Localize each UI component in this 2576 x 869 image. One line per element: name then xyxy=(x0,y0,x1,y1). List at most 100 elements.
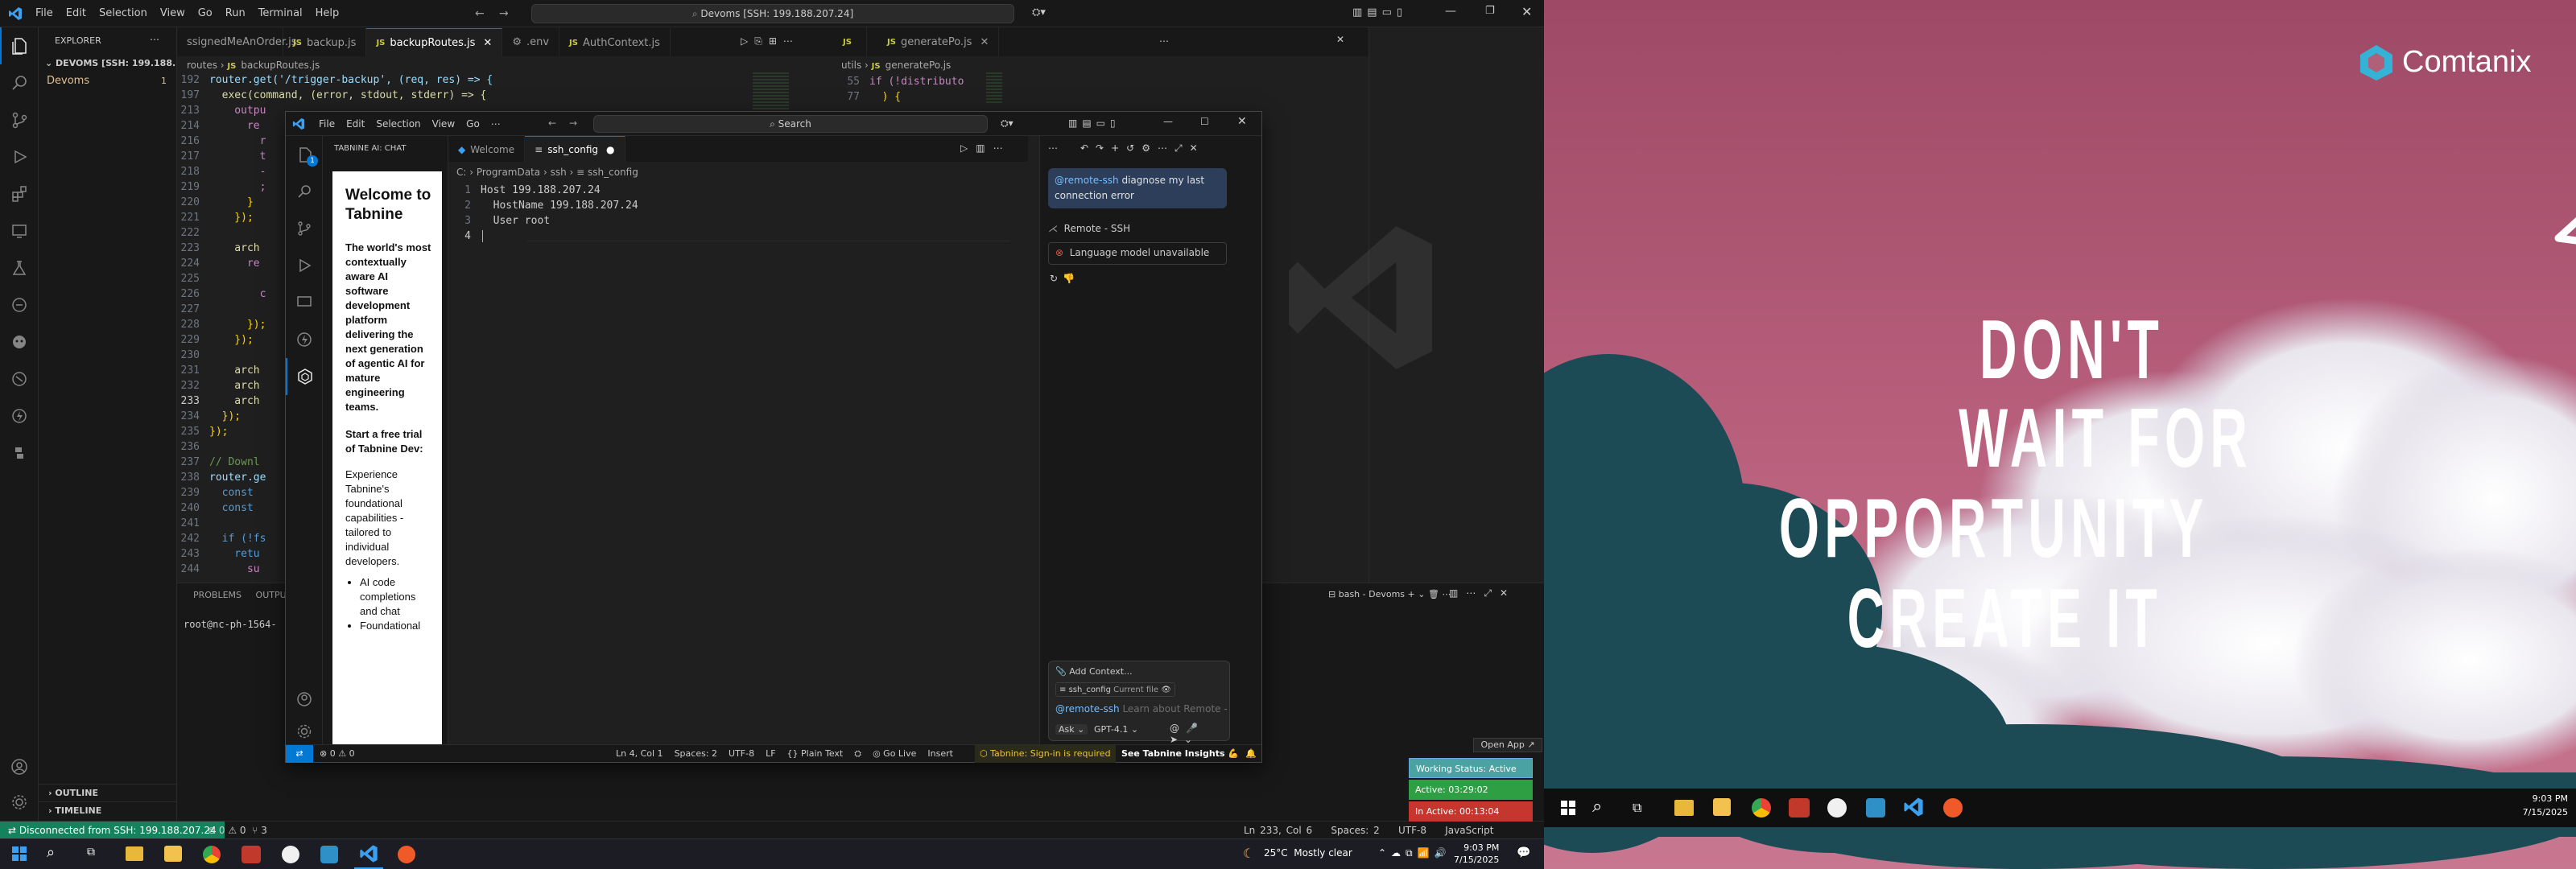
windows-start-icon[interactable] xyxy=(1560,800,1576,818)
source-control-icon[interactable] xyxy=(0,101,39,138)
chat-input[interactable]: @remote-ssh Learn about Remote - xyxy=(1055,703,1228,715)
tab-ssh-config[interactable]: ≡ ssh_config ● xyxy=(525,136,625,162)
restore-icon[interactable]: ❐ xyxy=(1485,5,1495,17)
store-icon[interactable] xyxy=(1713,798,1731,816)
menu-view[interactable]: View xyxy=(427,112,460,136)
outline-section[interactable]: › OUTLINE xyxy=(39,784,177,801)
explorer-icon[interactable]: 1 xyxy=(286,136,323,173)
tab-env[interactable]: ⚙ .env xyxy=(502,27,560,56)
tab-generate-po[interactable]: JS generatePo.js ✕ xyxy=(877,27,1000,56)
thunder-client-icon[interactable] xyxy=(286,321,323,358)
menu-run[interactable]: Run xyxy=(219,0,252,27)
source-control-icon[interactable] xyxy=(286,210,323,247)
accounts-icon[interactable] xyxy=(0,748,39,785)
breadcrumb-folder[interactable]: ssh xyxy=(551,167,567,178)
menu-more-icon[interactable]: ⋯ xyxy=(485,112,506,136)
menu-view[interactable]: View xyxy=(154,0,192,27)
problems-status[interactable]: ⊗ 0 ⚠ 0 xyxy=(320,745,355,763)
nav-back-icon[interactable]: ← xyxy=(475,7,485,20)
folder-devoms[interactable]: Devoms 1 xyxy=(39,72,176,90)
inner-command-search[interactable]: ⌕ Search xyxy=(593,115,988,133)
indentation[interactable]: Spaces: 2 xyxy=(675,748,717,759)
menu-go[interactable]: Go xyxy=(192,0,219,27)
taskbar-clock[interactable]: 9:03 PM 7/15/2025 xyxy=(2510,792,2568,819)
remote-folder-header[interactable]: ⌄ DEVOMS [SSH: 199.188.20... xyxy=(39,55,176,72)
chat-feedback-icons[interactable]: ↻👎 xyxy=(1050,273,1080,284)
tab-welcome[interactable]: ◆ Welcome xyxy=(448,136,526,163)
editor-actions-icons[interactable]: ▷⎘⊞⋯ xyxy=(741,35,799,47)
remote-explorer-icon[interactable] xyxy=(286,284,323,321)
chat-input-actions[interactable]: @🎤➤⌄ xyxy=(1170,723,1229,745)
tab-assigned-me-order[interactable]: ssignedMeAnOrder.js xyxy=(177,27,297,56)
run-debug-icon[interactable] xyxy=(0,138,39,175)
go-live-button[interactable]: ◎ Go Live xyxy=(873,748,916,759)
breadcrumb-folder[interactable]: routes xyxy=(187,60,217,71)
minimap-right[interactable] xyxy=(986,72,1002,105)
python-icon[interactable] xyxy=(0,434,39,472)
remote-indicator-icon[interactable]: ⇄ xyxy=(286,745,313,763)
tab-close-icon[interactable]: ✕ xyxy=(483,37,492,49)
breadcrumb-folder[interactable]: utils xyxy=(841,60,861,71)
menu-selection[interactable]: Selection xyxy=(93,0,154,27)
menu-edit[interactable]: Edit xyxy=(60,0,93,27)
notification-center-icon[interactable]: 💬 xyxy=(1517,846,1530,859)
panel-actions-icons[interactable]: ▥⋯⤢✕ xyxy=(1449,587,1516,599)
vscode-taskbar-icon[interactable] xyxy=(1903,797,1924,820)
app-red-icon[interactable] xyxy=(1789,798,1810,818)
app-white-icon[interactable] xyxy=(282,846,299,863)
breadcrumb-folder[interactable]: ProgramData xyxy=(477,167,540,178)
nav-forward-icon[interactable]: → xyxy=(499,7,509,20)
inner-code-editor[interactable]: 1 Host 199.188.207.24 2 HostName 199.188.2… xyxy=(448,183,1012,255)
copilot-icon[interactable]: ⛭▾ xyxy=(1032,6,1046,19)
problems-status[interactable]: ⊗ 0 ⚠ 0 ⑂ 3 xyxy=(208,822,267,839)
editor-more-icon[interactable]: ⋯ xyxy=(1159,35,1169,47)
gitlens-icon[interactable] xyxy=(0,360,39,397)
app-red-icon[interactable] xyxy=(242,846,261,863)
encoding[interactable]: UTF-8 xyxy=(1398,825,1426,836)
nav-back-icon[interactable]: ← xyxy=(548,117,556,129)
chrome-icon[interactable] xyxy=(1752,798,1771,818)
weather-widget[interactable]: 25°C Mostly clear xyxy=(1264,847,1352,859)
minimap[interactable] xyxy=(753,72,789,113)
system-tray-icons[interactable]: ⌃☁⧉📶🔊 xyxy=(1378,847,1451,859)
insert-mode[interactable]: Insert xyxy=(927,748,953,759)
tabnine-signin-warning[interactable]: ⬡ Tabnine: Sign-in is required xyxy=(975,745,1116,763)
menu-terminal[interactable]: Terminal xyxy=(252,0,309,27)
taskbar-search-icon[interactable]: ⌕ xyxy=(1592,797,1602,817)
editor-actions-icons[interactable]: ▷▥⋯ xyxy=(960,142,1011,154)
split-close-icon[interactable]: ✕ xyxy=(1336,34,1344,45)
tab-backup-js[interactable]: JS backup.js xyxy=(283,28,367,56)
layout-toggle-icons[interactable]: ▥▤▭▯ xyxy=(1352,6,1407,19)
command-center-search[interactable]: ⌕ Devoms [SSH: 199.188.207.24] xyxy=(531,4,1014,23)
close-icon[interactable]: ✕ xyxy=(1521,4,1532,19)
context-file-chip[interactable]: ≡ ssh_config Current file 👁 xyxy=(1055,682,1175,697)
model-dropdown[interactable]: GPT-4.1 ⌄ xyxy=(1094,724,1138,735)
chrome-icon[interactable] xyxy=(203,846,221,863)
tabnine-insights-link[interactable]: See Tabnine Insights 💪 xyxy=(1121,745,1239,763)
breadcrumb-file[interactable]: ssh_config xyxy=(588,167,638,178)
file-explorer-icon[interactable] xyxy=(126,846,143,861)
menu-go[interactable]: Go xyxy=(460,112,485,136)
windows-start-icon[interactable] xyxy=(11,846,27,864)
app-white-icon[interactable] xyxy=(1827,798,1847,818)
tabnine-icon[interactable] xyxy=(286,358,323,395)
store-icon[interactable] xyxy=(164,846,182,862)
tab-hidden-js[interactable]: JS xyxy=(833,27,867,56)
docker-icon[interactable] xyxy=(0,286,39,323)
eol[interactable]: LF xyxy=(766,748,775,759)
breadcrumb-file[interactable]: generatePo.js xyxy=(886,60,952,71)
indentation[interactable]: Spaces: 2 xyxy=(1331,825,1379,836)
language-mode[interactable]: Plain Text xyxy=(801,748,843,759)
task-view-icon[interactable]: ⧉ xyxy=(87,846,95,859)
taskbar-clock[interactable]: 9:03 PM 7/15/2025 xyxy=(1454,842,1499,866)
file-explorer-icon[interactable] xyxy=(1674,800,1694,816)
menu-help[interactable]: Help xyxy=(309,0,346,27)
add-context-button[interactable]: 📎 Add Context... xyxy=(1055,666,1133,677)
eye-icon[interactable]: 👁 xyxy=(1161,686,1171,694)
search-icon[interactable] xyxy=(286,173,323,210)
menu-file[interactable]: File xyxy=(29,0,60,27)
task-view-icon[interactable]: ⧉ xyxy=(1633,800,1641,816)
menu-edit[interactable]: Edit xyxy=(341,112,370,136)
app-orange-icon[interactable] xyxy=(1943,798,1963,818)
minimize-icon[interactable]: — xyxy=(1445,5,1456,18)
